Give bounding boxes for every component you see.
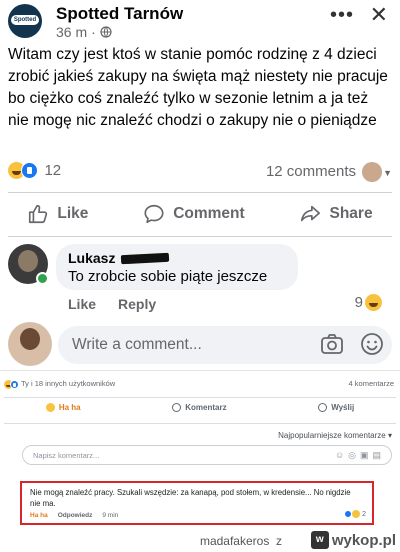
like-reaction-icon [10,379,19,389]
old-comment-reaction-count: 2 [362,510,366,518]
old-haha-button[interactable]: Ha ha [45,403,81,417]
facebook-post: Spotted Spotted Tarnów 36 m · ••• ✕ Wita… [0,0,400,370]
old-reactions-row: Ty i 18 innych użytkowników 4 komentarze [4,379,396,393]
caret-down-icon: ▾ [387,431,392,440]
comment-text: To zrobcie sobie piąte jeszcze [68,268,268,285]
comment-bubble-icon [144,204,164,224]
comment-label: Comment [173,205,245,222]
old-comment-button[interactable]: Komentarz [172,403,227,417]
comment-author-name: Lukasz [68,250,116,266]
divider [8,192,392,193]
messenger-icon [318,403,328,413]
old-comment-reply[interactable]: Odpowiedz [58,512,93,519]
divider [4,423,396,424]
comments-count[interactable]: 12 comments [266,163,356,180]
divider [4,397,396,398]
redaction-mark [121,252,170,264]
post-time[interactable]: 36 m [56,24,87,40]
old-share-button[interactable]: Wyślij [318,403,354,417]
embedded-screenshot: Ty i 18 innych użytkowników 4 komentarze… [0,370,400,530]
old-write-placeholder: Napisz komentarz... [33,451,100,460]
post-text: Witam czy jest ktoś w stanie pomóc rodzi… [8,46,388,129]
old-action-bar: Ha ha Komentarz Wyślij [0,403,400,417]
my-avatar [8,322,52,366]
comment-actions: Like Reply [68,296,156,312]
share-label: Share [329,205,373,222]
comment-reactions[interactable]: 9 [355,294,382,311]
share-arrow-icon [301,205,321,222]
like-reaction-icon [21,162,38,180]
old-reactions-text[interactable]: Ty i 18 innych użytkowników [21,379,115,388]
comment-reply-button[interactable]: Reply [118,296,156,312]
haha-reaction-icon [352,510,361,518]
comment-item: Lukasz To zrobcie sobie piąte jeszcze Li… [8,244,398,314]
old-comment-label: Komentarz [185,403,227,412]
like-button[interactable]: Like [27,203,88,225]
highlighted-comment: Nie mogą znaleźć pracy. Szukali wszędzie… [20,481,374,525]
old-share-label: Wyślij [331,403,355,412]
old-comment-time: 9 min [102,512,119,519]
thumbs-up-icon [29,204,48,224]
old-comment-actions: Ha ha Odpowiedz 9 min [30,512,118,519]
composer-tools-icon[interactable]: ☺◎▣▤ [335,450,385,461]
comment-author[interactable]: Lukasz [68,250,286,266]
old-comment-input[interactable]: Napisz komentarz... ☺◎▣▤ [22,445,392,465]
haha-reaction-icon [365,294,382,311]
old-comment-haha[interactable]: Ha ha [30,512,48,519]
viewer-avatar [362,162,382,182]
comment-composer: Write a comment... [8,322,398,366]
close-icon[interactable]: ✕ [370,2,388,28]
page-avatar[interactable]: Spotted [8,4,42,38]
comment-like-button[interactable]: Like [68,296,96,312]
chevron-down-icon[interactable]: ▼ [383,168,392,178]
old-sort-label: Najpopularniejsze komentarze [278,431,386,440]
wykop-logo: w wykop.pl [310,531,396,549]
haha-reaction-icon [45,403,55,413]
emoji-icon[interactable] [360,332,384,356]
post-action-bar: Like Comment Share [0,198,400,230]
composer-tools [320,332,384,356]
post-header: Spotted Spotted Tarnów 36 m · ••• ✕ [8,2,392,40]
more-options-icon[interactable]: ••• [330,4,354,27]
divider [8,236,392,237]
globe-icon [100,26,112,38]
like-label: Like [57,205,89,222]
like-reaction-icon [344,510,353,518]
online-status-icon [36,272,49,285]
old-comments-count[interactable]: 4 komentarze [349,379,394,388]
watermark-user: madafakeros z [200,534,282,548]
reaction-count: 12 [44,162,62,180]
share-button[interactable]: Share [299,203,373,225]
highlighted-comment-text: Nie mogą znaleźć pracy. Szukali wszędzie… [30,488,351,508]
post-meta: 36 m · [56,24,112,40]
wykop-icon: w [310,531,329,549]
old-sort-dropdown[interactable]: Najpopularniejsze komentarze ▾ [278,431,392,440]
comment-bubble-icon [172,403,182,413]
old-comment-reactions[interactable]: 2 [344,510,366,518]
old-haha-label: Ha ha [58,403,81,412]
page-name[interactable]: Spotted Tarnów [56,4,183,24]
watermark-site: wykop.pl [331,531,396,549]
meta-separator: · [91,24,96,40]
camera-icon[interactable] [320,332,344,356]
page-logo: Spotted [11,15,39,25]
watermark-z: z [276,534,282,548]
reactions-summary[interactable]: 12 12 comments ▼ [8,162,392,184]
comment-bubble[interactable]: Lukasz To zrobcie sobie piąte jeszcze [56,244,298,290]
comment-button[interactable]: Comment [143,203,245,225]
watermark-username: madafakeros [199,534,270,548]
comment-reaction-count: 9 [354,294,363,311]
watermark: madafakeros z w wykop.pl [0,530,400,552]
